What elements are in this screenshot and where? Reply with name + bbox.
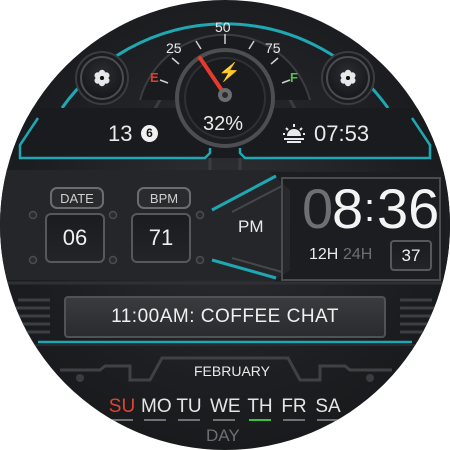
weekday-underline bbox=[283, 419, 305, 421]
gauge-tick-50: 50 bbox=[215, 19, 231, 35]
bpm-value[interactable]: 71 bbox=[131, 213, 191, 263]
gauge-tick-75: 75 bbox=[265, 40, 281, 56]
sunrise-time[interactable]: 07:53 bbox=[314, 121, 369, 147]
minutes: 36 bbox=[377, 177, 440, 240]
right-app-button[interactable] bbox=[326, 56, 370, 100]
hour-digit: 8 bbox=[332, 177, 364, 240]
gauge-tick-25: 25 bbox=[166, 40, 182, 56]
date-label: DATE bbox=[50, 187, 104, 209]
watch-face: 25 50 75 E F ⚡ 32% 13 6 07:53 DATE 06 BP… bbox=[0, 0, 450, 450]
weekday-underline bbox=[111, 419, 133, 421]
bpm-label: BPM bbox=[137, 187, 191, 209]
gauge-full-label: F bbox=[290, 70, 298, 85]
weekday-sunday: SU bbox=[108, 396, 136, 417]
weekday-friday: FR bbox=[281, 396, 307, 417]
month-label: FEBRUARY bbox=[194, 363, 270, 379]
flower-icon bbox=[340, 69, 356, 87]
weekday-monday: MO bbox=[141, 396, 172, 417]
weekday-wednesday: WE bbox=[210, 396, 241, 417]
notification-count[interactable]: 13 bbox=[108, 121, 132, 147]
lightning-bolt-icon: ⚡ bbox=[218, 62, 241, 82]
format-12h[interactable]: 12H bbox=[309, 246, 338, 264]
weekday-underline bbox=[213, 419, 235, 421]
event-banner[interactable]: 11:00AM: COFFEE CHAT bbox=[64, 296, 386, 338]
weekday-thursday: TH bbox=[247, 396, 273, 417]
weekday-underline bbox=[144, 419, 166, 421]
date-value[interactable]: 06 bbox=[45, 213, 105, 263]
weekday-underline bbox=[178, 419, 200, 421]
weekday-saturday: SA bbox=[315, 396, 341, 417]
sunrise-icon bbox=[283, 124, 305, 143]
weekday-tuesday: TU bbox=[176, 396, 202, 417]
battery-percent: 32% bbox=[203, 113, 244, 135]
today-underline bbox=[249, 419, 271, 421]
notification-badge: 6 bbox=[141, 125, 158, 142]
ampm-indicator: PM bbox=[238, 217, 264, 236]
hour-leading-digit: 0 bbox=[302, 177, 334, 240]
flower-icon bbox=[94, 69, 110, 87]
format-24h[interactable]: 24H bbox=[343, 246, 372, 264]
left-app-button[interactable] bbox=[80, 56, 124, 100]
day-footer-label: DAY bbox=[206, 426, 240, 445]
weekday-underline bbox=[317, 419, 339, 421]
time-separator: : bbox=[364, 186, 376, 230]
seconds-box: 37 bbox=[390, 240, 432, 271]
gauge-empty-label: E bbox=[150, 70, 159, 85]
